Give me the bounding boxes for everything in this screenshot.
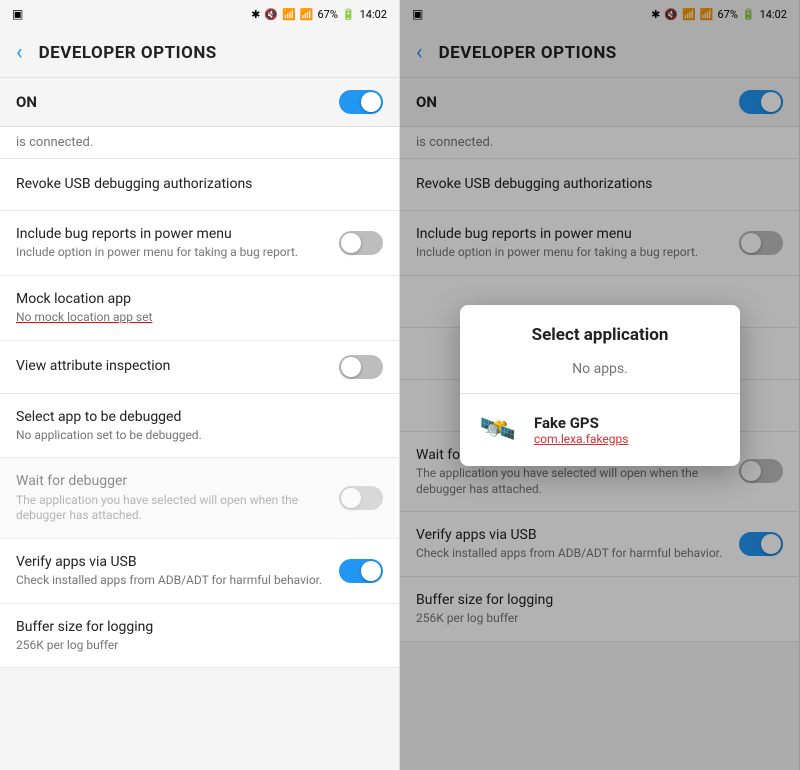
left-verify-usb-toggle[interactable] [339, 559, 383, 583]
left-bug-reports-item[interactable]: Include bug reports in power menu Includ… [0, 211, 399, 276]
left-on-label: ON [16, 93, 37, 111]
left-buffer-size-subtitle: 256K per log buffer [16, 638, 383, 654]
left-status-bar: ▣ ✱ 🔇 📶 📶 67% 🔋 14:02 [0, 0, 399, 28]
left-verify-usb-subtitle: Check installed apps from ADB/ADT for ha… [16, 573, 339, 589]
dialog-title: Select application [460, 305, 740, 357]
left-phone-panel: ▣ ✱ 🔇 📶 📶 67% 🔋 14:02 ‹ DEVELOPER OPTION… [0, 0, 400, 770]
fake-gps-icon: 🛰️ [476, 408, 520, 452]
left-bug-reports-subtitle: Include option in power menu for taking … [16, 245, 339, 261]
left-buffer-size-title: Buffer size for logging [16, 618, 383, 636]
left-revoke-usb-title: Revoke USB debugging authorizations [16, 175, 383, 193]
dialog-no-apps: No apps. [460, 357, 740, 393]
left-revoke-usb-text: Revoke USB debugging authorizations [16, 175, 383, 193]
fake-gps-package: com.lexa.fakegps [534, 432, 724, 446]
mute-icon: 🔇 [264, 8, 278, 21]
right-phone-panel: ▣ ✱ 🔇 📶 📶 67% 🔋 14:02 ‹ DEVELOPER OPTION… [400, 0, 800, 770]
left-bug-reports-title: Include bug reports in power menu [16, 225, 339, 243]
camera-icon: ▣ [12, 7, 23, 21]
left-view-attribute-item[interactable]: View attribute inspection [0, 341, 399, 394]
left-top-bar: ‹ DEVELOPER OPTIONS [0, 28, 399, 78]
fake-gps-name: Fake GPS [534, 414, 724, 432]
left-bug-reports-text: Include bug reports in power menu Includ… [16, 225, 339, 261]
left-status-right: ✱ 🔇 📶 📶 67% 🔋 14:02 [251, 8, 387, 21]
left-connected-text: is connected. [0, 127, 399, 159]
left-verify-usb-text: Verify apps via USB Check installed apps… [16, 553, 339, 589]
bluetooth-icon: ✱ [251, 8, 260, 21]
left-select-debug-item[interactable]: Select app to be debugged No application… [0, 394, 399, 459]
battery-percent: 67% [317, 8, 337, 21]
wifi-icon: 📶 [282, 8, 296, 21]
left-buffer-size-item[interactable]: Buffer size for logging 256K per log buf… [0, 604, 399, 669]
left-status-left: ▣ [12, 7, 23, 21]
left-back-button[interactable]: ‹ [16, 40, 23, 65]
left-verify-usb-item[interactable]: Verify apps via USB Check installed apps… [0, 539, 399, 604]
left-mock-location-title: Mock location app [16, 290, 383, 308]
left-revoke-usb-item[interactable]: Revoke USB debugging authorizations [0, 159, 399, 211]
left-on-row: ON [0, 78, 399, 127]
left-screen-title: DEVELOPER OPTIONS [39, 43, 217, 63]
left-view-attribute-text: View attribute inspection [16, 357, 339, 375]
left-buffer-size-text: Buffer size for logging 256K per log buf… [16, 618, 383, 654]
left-wait-debugger-subtitle: The application you have selected will o… [16, 493, 339, 524]
left-wait-debugger-item: Wait for debugger The application you ha… [0, 458, 399, 538]
left-view-attribute-toggle[interactable] [339, 355, 383, 379]
signal-icon: 📶 [300, 8, 314, 21]
left-select-debug-text: Select app to be debugged No application… [16, 408, 383, 444]
left-view-attribute-title: View attribute inspection [16, 357, 339, 375]
left-wait-debugger-text: Wait for debugger The application you ha… [16, 472, 339, 523]
time-left: 14:02 [360, 8, 387, 21]
left-mock-location-item[interactable]: Mock location app No mock location app s… [0, 276, 399, 341]
left-verify-usb-title: Verify apps via USB [16, 553, 339, 571]
select-application-dialog[interactable]: Select application No apps. 🛰️ Fake GPS … [460, 305, 740, 466]
left-wait-debugger-title: Wait for debugger [16, 472, 339, 490]
left-settings-list: is connected. Revoke USB debugging autho… [0, 127, 399, 770]
left-on-toggle[interactable] [339, 90, 383, 114]
battery-icon: 🔋 [342, 8, 356, 21]
dialog-app-row[interactable]: 🛰️ Fake GPS com.lexa.fakegps [460, 394, 740, 466]
dialog-overlay: Select application No apps. 🛰️ Fake GPS … [400, 0, 800, 770]
left-bug-reports-toggle[interactable] [339, 231, 383, 255]
fake-gps-info: Fake GPS com.lexa.fakegps [534, 414, 724, 446]
left-select-debug-title: Select app to be debugged [16, 408, 383, 426]
left-select-debug-subtitle: No application set to be debugged. [16, 428, 383, 444]
left-mock-location-subtitle: No mock location app set [16, 310, 383, 326]
left-wait-debugger-toggle [339, 486, 383, 510]
left-mock-location-text: Mock location app No mock location app s… [16, 290, 383, 326]
